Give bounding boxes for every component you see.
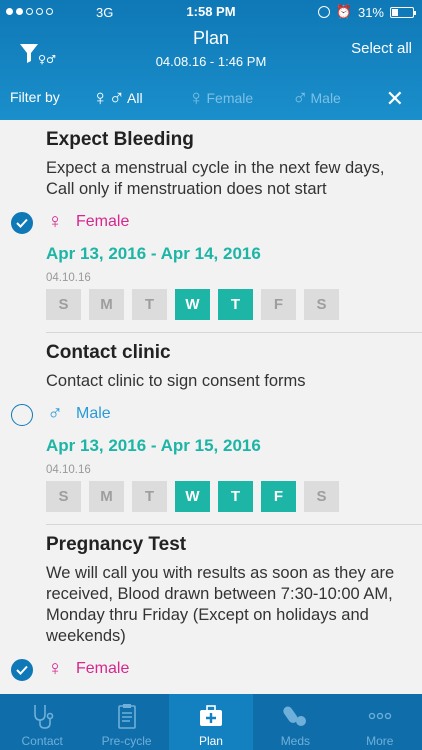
weekday-selector: S M T W T F S: [46, 289, 422, 332]
tab-bar: Contact Pre-cycle Plan Meds More: [0, 694, 422, 750]
item-checkbox[interactable]: [11, 212, 33, 234]
gender-label: Female: [76, 660, 130, 677]
plan-item[interactable]: Expect Bleeding Expect a menstrual cycle…: [11, 120, 422, 333]
plan-item[interactable]: Pregnancy Test We will call you with res…: [11, 525, 422, 681]
medical-kit-icon: [199, 705, 222, 726]
day-tuesday: T: [132, 481, 167, 512]
day-sunday: S: [46, 481, 81, 512]
day-sunday: S: [46, 289, 81, 320]
item-title: Pregnancy Test: [46, 534, 187, 555]
more-dots-icon: [368, 712, 391, 720]
male-icon: ♂: [292, 85, 309, 110]
tab-meds[interactable]: Meds: [253, 694, 337, 750]
day-friday: F: [261, 289, 296, 320]
day-monday: M: [89, 289, 124, 320]
tab-label: Pre-cycle: [101, 734, 152, 748]
filter-option-label: Male: [310, 90, 341, 106]
day-monday: M: [89, 481, 124, 512]
item-description: Contact clinic to sign consent forms: [46, 372, 306, 390]
tab-label: Meds: [280, 734, 311, 748]
status-bar: 3G 1:58 PM ⏰ 31%: [0, 0, 422, 26]
item-title: Expect Bleeding: [46, 129, 194, 150]
alarm-icon: ⏰: [335, 4, 352, 19]
weekday-selector: S M T W T F S: [46, 481, 422, 524]
checkmark-icon: [16, 665, 28, 675]
header: 3G 1:58 PM ⏰ 31% ♀♂ Plan 04.08.16 - 1:46…: [0, 0, 422, 120]
item-checkbox[interactable]: [11, 404, 33, 426]
day-tuesday: T: [132, 289, 167, 320]
battery-icon: [390, 6, 416, 18]
item-gender: ♀ Female: [46, 657, 422, 681]
clipboard-icon: [117, 704, 136, 729]
filter-male-option[interactable]: ♂ Male: [292, 85, 341, 111]
day-wednesday: W: [175, 481, 210, 512]
item-date-range: Apr 13, 2016 - Apr 15, 2016: [46, 436, 261, 455]
gender-label: Female: [76, 213, 130, 230]
day-friday: F: [261, 481, 296, 512]
close-filter-icon[interactable]: ✕: [386, 86, 404, 112]
rotation-lock-icon: [317, 6, 330, 18]
tab-more[interactable]: More: [338, 694, 422, 750]
female-icon: ♀: [188, 85, 205, 110]
tab-contact[interactable]: Contact: [0, 694, 84, 750]
filter-bar: Filter by ♀♂ All ♀ Female ♂ Male ✕: [0, 80, 422, 120]
filter-label: Filter by: [10, 89, 60, 105]
tab-label: Plan: [198, 734, 223, 748]
female-male-icon: ♀♂: [92, 85, 125, 110]
item-posted-date: 04.10.16: [46, 272, 91, 284]
female-icon: ♀: [47, 210, 63, 233]
gender-label: Male: [76, 405, 111, 422]
day-saturday: S: [304, 481, 339, 512]
day-wednesday: W: [175, 289, 210, 320]
checkmark-icon: [16, 218, 28, 228]
item-title: Contact clinic: [46, 342, 171, 363]
filter-all-option[interactable]: ♀♂ All: [92, 85, 143, 111]
item-posted-date: 04.10.16: [46, 464, 91, 476]
filter-option-label: Female: [206, 90, 254, 106]
filter-female-option[interactable]: ♀ Female: [188, 85, 253, 111]
day-thursday: T: [218, 289, 253, 320]
navigation-bar: ♀♂ Plan 04.08.16 - 1:46 PM Select all: [0, 26, 422, 82]
male-icon: ♂: [47, 402, 63, 425]
filter-option-label: All: [127, 90, 143, 106]
item-checkbox[interactable]: [11, 659, 33, 681]
battery-percent: 31%: [357, 4, 384, 20]
item-description: We will call you with results as soon as…: [46, 564, 395, 645]
female-icon: ♀: [47, 657, 63, 680]
plan-item[interactable]: Contact clinic Contact clinic to sign co…: [11, 333, 422, 525]
day-thursday: T: [218, 481, 253, 512]
tab-label: More: [366, 734, 394, 748]
select-all-button[interactable]: Select all: [351, 40, 412, 57]
item-description: Expect a menstrual cycle in the next few…: [46, 159, 385, 198]
item-date-range: Apr 13, 2016 - Apr 14, 2016: [46, 244, 261, 263]
plan-list: Expect Bleeding Expect a menstrual cycle…: [0, 120, 422, 694]
tab-plan[interactable]: Plan: [168, 694, 254, 750]
tab-label: Contact: [21, 734, 63, 748]
stethoscope-icon: [34, 705, 54, 729]
day-saturday: S: [304, 289, 339, 320]
tab-pre-cycle[interactable]: Pre-cycle: [84, 694, 168, 750]
pills-icon: [283, 706, 307, 726]
item-gender: ♀ Female: [46, 210, 422, 234]
item-gender: ♂ Male: [46, 402, 422, 426]
